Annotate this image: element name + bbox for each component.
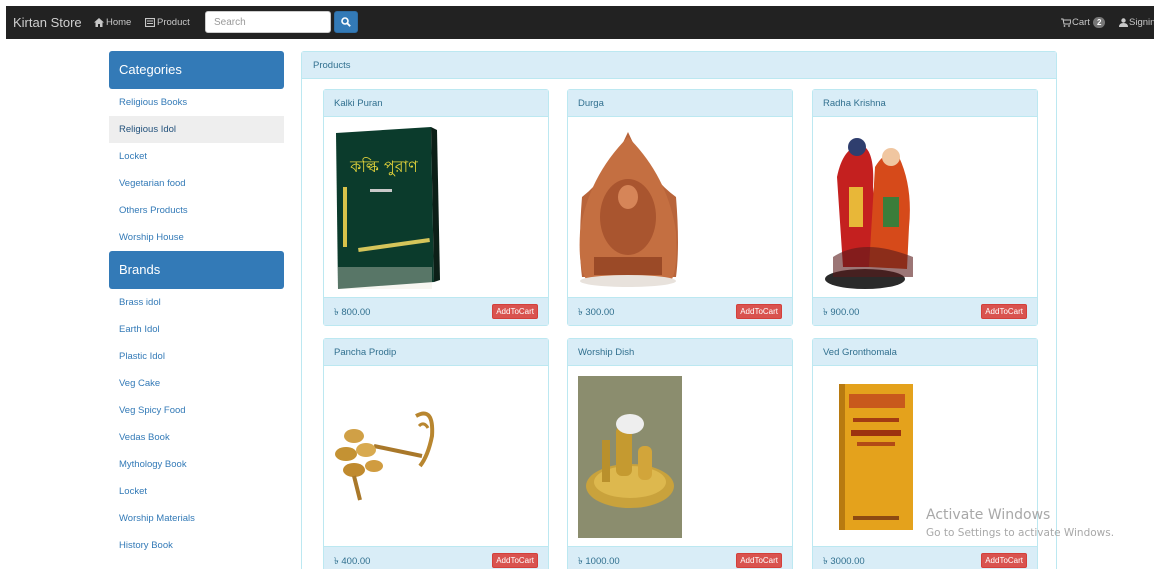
product-name[interactable]: Worship Dish xyxy=(568,339,792,366)
add-to-cart-button[interactable]: AddToCart xyxy=(981,304,1027,319)
product-card: Kalki Puran কল্কি পুরাণ ৳ 800.00 AddToCa… xyxy=(323,89,549,326)
nav-product-link[interactable]: Product xyxy=(145,17,190,28)
add-to-cart-button[interactable]: AddToCart xyxy=(492,553,538,568)
category-item-active[interactable]: Religious Idol xyxy=(109,116,284,143)
brand-item[interactable]: Veg Spicy Food xyxy=(109,397,284,424)
products-panel: Products Kalki Puran কল্কি পুরাণ ৳ 800.0… xyxy=(301,51,1057,569)
product-price: ৳ 800.00 xyxy=(334,307,371,318)
product-card: Pancha Prodip ৳ 400.00 AddToCart xyxy=(323,338,549,569)
category-item[interactable]: Worship House xyxy=(109,224,284,251)
user-icon xyxy=(1119,18,1128,27)
product-price: ৳ 3000.00 xyxy=(823,556,865,567)
product-price: ৳ 300.00 xyxy=(578,307,615,318)
product-price: ৳ 400.00 xyxy=(334,556,371,567)
nav-cart-link[interactable]: Cart 2 xyxy=(1061,17,1106,28)
add-to-cart-button[interactable]: AddToCart xyxy=(736,304,782,319)
nav-home-label: Home xyxy=(106,17,132,28)
product-footer: ৳ 300.00 AddToCart xyxy=(568,297,792,325)
search-button[interactable] xyxy=(334,11,358,33)
product-footer: ৳ 400.00 AddToCart xyxy=(324,546,548,569)
product-price: ৳ 900.00 xyxy=(823,307,860,318)
category-item[interactable]: Locket xyxy=(109,143,284,170)
brand-item[interactable]: Vedas Book xyxy=(109,424,284,451)
product-name[interactable]: Radha Krishna xyxy=(813,90,1037,117)
brass-dish-image[interactable] xyxy=(568,366,792,547)
brand-link[interactable]: Kirtan Store xyxy=(13,15,82,30)
cart-count-badge: 2 xyxy=(1092,17,1106,28)
list-icon xyxy=(145,18,155,27)
book-cover-image[interactable]: কল্কি পুরাণ xyxy=(324,117,548,298)
product-name[interactable]: Kalki Puran xyxy=(324,90,548,117)
product-name[interactable]: Durga xyxy=(568,90,792,117)
brand-item[interactable]: Mythology Book xyxy=(109,451,284,478)
nav-signin-link[interactable]: Signin xyxy=(1119,17,1154,28)
activate-windows-watermark: Activate Windows Go to Settings to activ… xyxy=(926,507,1114,539)
nav-signin-label: Signin xyxy=(1129,17,1154,28)
brand-item[interactable]: Brass idol xyxy=(109,289,284,316)
watermark-title: Activate Windows xyxy=(926,507,1051,523)
brand-item[interactable]: Worship Materials xyxy=(109,505,284,532)
nav-cart-label: Cart xyxy=(1072,17,1090,28)
brand-item[interactable]: Plastic Idol xyxy=(109,343,284,370)
categories-list: Religious Books Religious Idol Locket Ve… xyxy=(109,89,284,251)
category-item[interactable]: Vegetarian food xyxy=(109,170,284,197)
product-card: Durga ৳ 300.00 AddToCart xyxy=(567,89,793,326)
add-to-cart-button[interactable]: AddToCart xyxy=(492,304,538,319)
add-to-cart-button[interactable]: AddToCart xyxy=(981,553,1027,568)
product-name[interactable]: Ved Gronthomala xyxy=(813,339,1037,366)
product-footer: ৳ 900.00 AddToCart xyxy=(813,297,1037,325)
product-name[interactable]: Pancha Prodip xyxy=(324,339,548,366)
search-input[interactable] xyxy=(205,11,331,33)
product-card: Worship Dish ৳ 1000.00 AddToCart xyxy=(567,338,793,569)
brand-item[interactable]: Veg Cake xyxy=(109,370,284,397)
category-item[interactable]: Religious Books xyxy=(109,89,284,116)
idol-statue-image[interactable] xyxy=(813,117,1037,298)
navbar-background: Kirtan Store Home Product Cart 2 Signin xyxy=(6,6,1154,39)
product-footer: ৳ 800.00 AddToCart xyxy=(324,297,548,325)
product-footer: ৳ 3000.00 AddToCart xyxy=(813,546,1037,569)
product-footer: ৳ 1000.00 AddToCart xyxy=(568,546,792,569)
search-icon xyxy=(341,17,351,27)
add-to-cart-button[interactable]: AddToCart xyxy=(736,553,782,568)
top-navbar: Kirtan Store Home Product Cart 2 Signin xyxy=(0,0,1154,40)
product-price: ৳ 1000.00 xyxy=(578,556,620,567)
brand-item[interactable]: History Book xyxy=(109,532,284,559)
category-item[interactable]: Others Products xyxy=(109,197,284,224)
categories-header: Categories xyxy=(109,51,284,89)
brands-list: Brass idol Earth Idol Plastic Idol Veg C… xyxy=(109,289,284,559)
brands-header: Brands xyxy=(109,251,284,289)
book-cover-title: কল্কি পুরাণ xyxy=(349,157,418,176)
nav-product-label: Product xyxy=(157,17,190,28)
product-card: Radha Krishna ৳ 900.00 AddToCart xyxy=(812,89,1038,326)
watermark-subtitle: Go to Settings to activate Windows. xyxy=(926,527,1115,539)
products-panel-title: Products xyxy=(302,52,1056,79)
brass-lamp-image[interactable] xyxy=(324,366,548,547)
nav-home-link[interactable]: Home xyxy=(94,17,131,28)
sidebar: Categories Religious Books Religious Ido… xyxy=(109,51,284,559)
brand-item[interactable]: Locket xyxy=(109,478,284,505)
cart-icon xyxy=(1061,18,1071,27)
terracotta-idol-image[interactable] xyxy=(568,117,792,298)
home-icon xyxy=(94,18,104,27)
brand-item[interactable]: Earth Idol xyxy=(109,316,284,343)
